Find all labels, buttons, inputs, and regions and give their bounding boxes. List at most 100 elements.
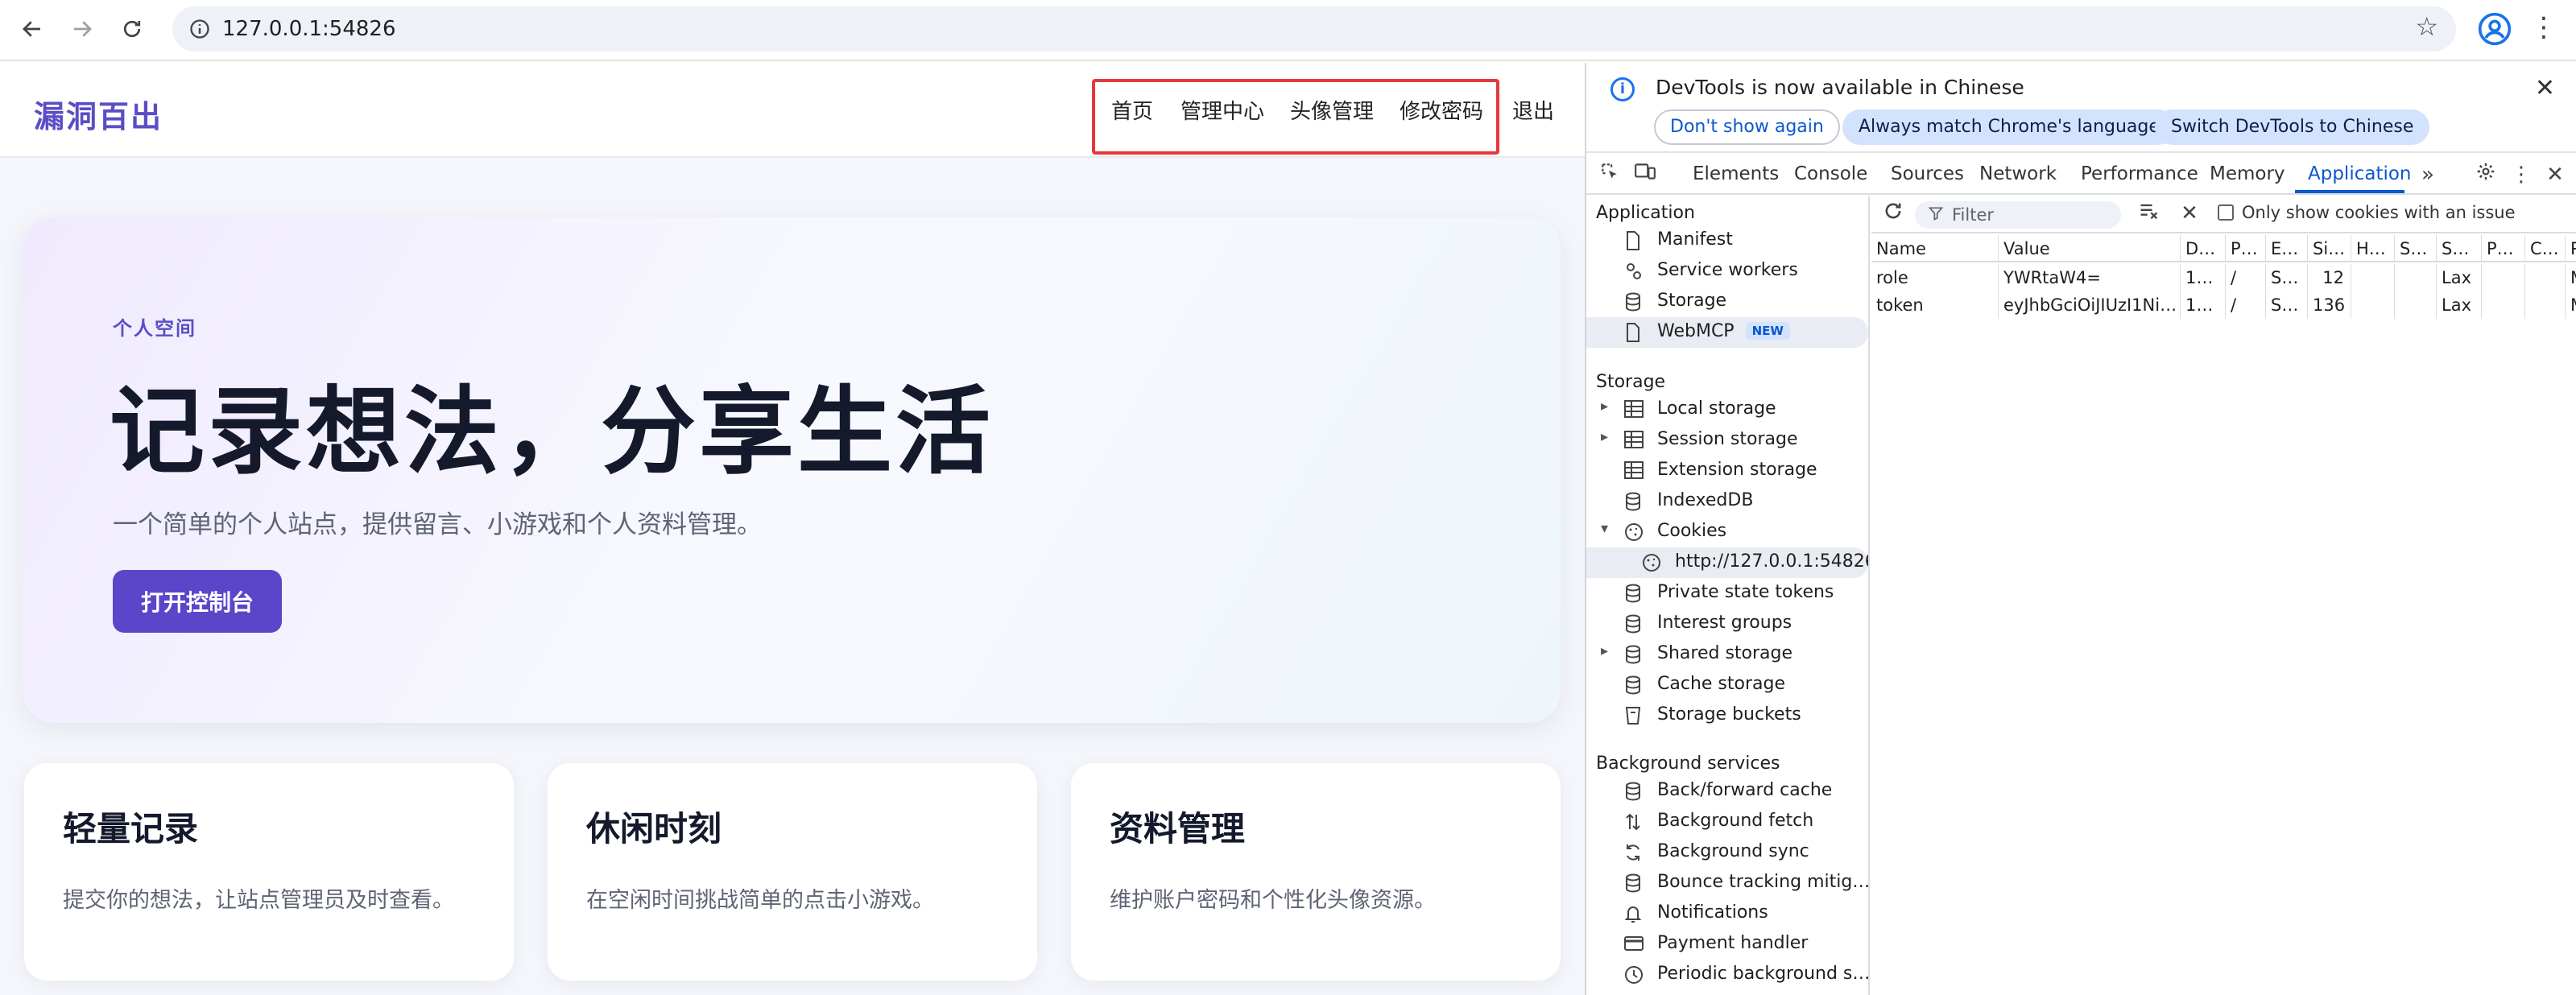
col-header-priority[interactable]: P	[2566, 235, 2576, 262]
nav-link-admin[interactable]: 管理中心	[1180, 95, 1264, 125]
checkbox-unchecked[interactable]	[2218, 204, 2234, 221]
cookie-samesite: Lax	[2437, 291, 2482, 319]
match-language-button[interactable]: Always match Chrome's language	[1842, 109, 2176, 145]
sidebar-item-shared-storage[interactable]: ▸ Shared storage	[1586, 639, 1868, 670]
tab-network[interactable]: Network	[1979, 155, 2057, 193]
col-header-value[interactable]: Value	[1999, 235, 2181, 262]
open-console-button[interactable]: 打开控制台	[113, 570, 282, 633]
cookie-name[interactable]: token	[1871, 291, 1999, 319]
device-toolbar-icon[interactable]	[1631, 161, 1659, 188]
sidebar-item-webmcp[interactable]: WebMCP NEW	[1586, 317, 1868, 348]
col-header-partition[interactable]: P…	[2482, 235, 2525, 262]
sidebar-item-cookie-origin[interactable]: http://127.0.0.1:54826	[1586, 547, 1868, 578]
sidebar-item-interest-groups[interactable]: Interest groups	[1586, 609, 1868, 639]
sidebar-item-cookies[interactable]: ▾ Cookies	[1586, 517, 1868, 547]
table-icon	[1623, 430, 1644, 451]
expand-arrow-icon[interactable]: ▸	[1601, 642, 1608, 659]
sidebar-item-bfcache[interactable]: Back/forward cache	[1586, 776, 1868, 807]
cookie-value[interactable]: YWRtaW4=	[1999, 264, 2181, 291]
tab-console[interactable]: Console	[1794, 155, 1867, 193]
sidebar-item-extension-storage[interactable]: Extension storage	[1586, 456, 1868, 486]
site-info-icon[interactable]	[185, 14, 214, 43]
sidebar-item-storage[interactable]: Storage	[1586, 287, 1868, 317]
card-text: 提交你的想法，让站点管理员及时查看。	[63, 888, 454, 913]
col-header-secure[interactable]: S…	[2395, 235, 2437, 262]
devtools-menu-icon[interactable]: ⋮	[2508, 161, 2535, 188]
database-icon	[1623, 491, 1644, 512]
col-header-path[interactable]: P…	[2226, 235, 2266, 262]
tab-elements[interactable]: Elements	[1693, 155, 1779, 193]
cookie-secure	[2395, 291, 2437, 319]
cookie-name[interactable]: role	[1871, 264, 1999, 291]
table-row[interactable]: token eyJhbGciOiJIUzI1Ni… 1… / S… 136 La…	[1871, 291, 2576, 319]
sidebar-item-local-storage[interactable]: ▸ Local storage	[1586, 394, 1868, 425]
address-bar[interactable]: 127.0.0.1:54826 ☆	[172, 6, 2456, 52]
sidebar-item-storage-buckets[interactable]: Storage buckets	[1586, 700, 1868, 731]
cookie-expires: S…	[2266, 264, 2308, 291]
sidebar-item-payment-handler[interactable]: Payment handler	[1586, 929, 1868, 960]
sidebar-item-private-state-tokens[interactable]: Private state tokens	[1586, 578, 1868, 609]
col-header-name[interactable]: Name	[1871, 235, 1999, 262]
nav-link-password[interactable]: 修改密码	[1400, 95, 1483, 125]
more-tabs-icon[interactable]: »	[2414, 161, 2442, 188]
sidebar-item-service-workers[interactable]: Service workers	[1586, 256, 1868, 287]
table-icon	[1623, 399, 1644, 420]
collapse-arrow-icon[interactable]: ▾	[1601, 520, 1608, 537]
nav-link-logout[interactable]: 退出	[1512, 95, 1554, 125]
sidebar-item-cache-storage[interactable]: Cache storage	[1586, 670, 1868, 700]
feature-card: 轻量记录 提交你的想法，让站点管理员及时查看。	[24, 763, 514, 981]
devtools-panel: i DevTools is now available in Chinese ✕…	[1585, 63, 2576, 995]
sidebar-item-background-fetch[interactable]: Background fetch	[1586, 807, 1868, 837]
cookie-value[interactable]: eyJhbGciOiJIUzI1Ni…	[1999, 291, 2181, 319]
expand-arrow-icon[interactable]: ▸	[1601, 398, 1608, 415]
sidebar-item-indexeddb[interactable]: IndexedDB	[1586, 486, 1868, 517]
dont-show-again-button[interactable]: Don't show again	[1654, 109, 1840, 145]
col-header-domain[interactable]: D…	[2181, 235, 2226, 262]
filter-input[interactable]: Filter	[1915, 201, 2121, 229]
expand-arrow-icon[interactable]: ▸	[1601, 428, 1608, 445]
card-title: 轻量记录	[63, 809, 199, 848]
nav-link-home[interactable]: 首页	[1111, 95, 1153, 125]
col-header-expires[interactable]: E…	[2266, 235, 2308, 262]
only-issue-checkbox[interactable]: Only show cookies with an issue	[2218, 203, 2516, 222]
hero-section: 个人空间 记录想法，分享生活 一个简单的个人站点，提供留言、小游戏和个人资料管理…	[23, 217, 1561, 723]
inspect-element-icon[interactable]	[1596, 161, 1623, 188]
back-icon[interactable]	[14, 11, 50, 47]
forward-icon[interactable]	[64, 11, 100, 47]
table-row[interactable]: role YWRtaW4= 1… / S… 12 Lax M	[1871, 264, 2576, 291]
cookie-icon	[1641, 552, 1662, 573]
filter-icon	[1928, 201, 1944, 229]
col-header-cross-site[interactable]: C…	[2525, 235, 2566, 262]
settings-gear-icon[interactable]	[2472, 161, 2500, 188]
clear-filtered-icon[interactable]	[2136, 200, 2163, 227]
url-text[interactable]: 127.0.0.1:54826	[222, 14, 396, 43]
table-icon	[1623, 460, 1644, 481]
delete-all-icon[interactable]: ✕	[2176, 200, 2203, 227]
switch-chinese-button[interactable]: Switch DevTools to Chinese	[2155, 109, 2430, 145]
tab-application[interactable]: Application	[2308, 155, 2412, 193]
chrome-menu-icon[interactable]: ⋮	[2530, 10, 2557, 48]
profile-avatar-icon[interactable]	[2477, 11, 2512, 47]
sidebar-item-notifications[interactable]: Notifications	[1586, 898, 1868, 929]
nav-link-avatar[interactable]: 头像管理	[1290, 95, 1374, 125]
tab-memory[interactable]: Memory	[2210, 155, 2285, 193]
sidebar-item-background-sync[interactable]: Background sync	[1586, 837, 1868, 868]
sidebar-item-session-storage[interactable]: ▸ Session storage	[1586, 425, 1868, 456]
sidebar-item-periodic-background-sync[interactable]: Periodic background s…	[1586, 960, 1868, 990]
tab-performance[interactable]: Performance	[2081, 155, 2198, 193]
cookie-expires: S…	[2266, 291, 2308, 319]
col-header-size[interactable]: Si…	[2308, 235, 2351, 262]
site-brand[interactable]: 漏洞百出	[34, 92, 163, 136]
col-header-samesite[interactable]: S…	[2437, 235, 2482, 262]
tab-sources[interactable]: Sources	[1891, 155, 1964, 193]
col-header-httponly[interactable]: H…	[2351, 235, 2395, 262]
bookmark-star-icon[interactable]: ☆	[2415, 11, 2438, 42]
refresh-icon[interactable]	[1879, 200, 1907, 227]
sidebar-item-bounce-tracking[interactable]: Bounce tracking mitig…	[1586, 868, 1868, 898]
close-devtools-icon[interactable]: ✕	[2541, 161, 2569, 188]
reload-icon[interactable]	[114, 11, 150, 47]
close-icon[interactable]: ✕	[2535, 74, 2555, 102]
sidebar-item-manifest[interactable]: Manifest	[1586, 225, 1868, 256]
cookie-samesite: Lax	[2437, 264, 2482, 291]
cookie-partition	[2482, 291, 2525, 319]
